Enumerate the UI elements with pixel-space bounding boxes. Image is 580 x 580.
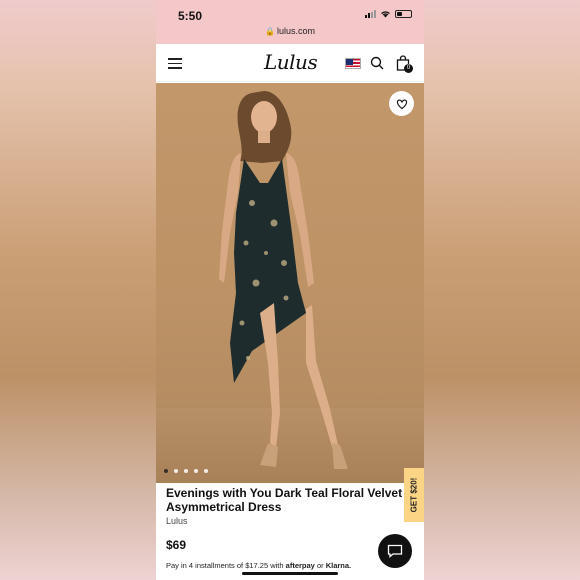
carousel-dot-4[interactable] [194, 469, 198, 473]
url-text: lulus.com [276, 26, 315, 36]
promo-tab[interactable]: GET $20! [404, 468, 424, 522]
chat-icon [387, 544, 403, 558]
search-icon[interactable] [370, 56, 384, 70]
carousel-dot-3[interactable] [184, 469, 188, 473]
product-image[interactable] [156, 83, 424, 483]
installments-prefix: Pay in 4 installments of $17.25 with [166, 561, 284, 570]
phone-screen: 5:50 🔒 lulus.com Lulus 0 GET $20! Evenin… [156, 0, 424, 580]
background-blur-left [0, 0, 156, 580]
model-figure [219, 91, 348, 469]
carousel-dot-2[interactable] [174, 469, 178, 473]
us-flag-icon[interactable] [345, 58, 361, 69]
status-time: 5:50 [178, 9, 203, 23]
signal-icon [365, 10, 376, 18]
lulus-logo[interactable]: Lulus [264, 50, 318, 74]
afterpay-logo[interactable]: afterpay [286, 561, 315, 570]
product-title: Evenings with You Dark Teal Floral Velve… [166, 486, 403, 514]
battery-icon [395, 10, 412, 18]
product-brand[interactable]: Lulus [166, 516, 188, 526]
promo-tab-label: GET $20! [409, 477, 419, 513]
status-bar: 5:50 🔒 lulus.com [156, 0, 424, 44]
heart-icon [396, 99, 407, 109]
wifi-icon [381, 11, 390, 18]
cart-count-badge: 0 [404, 64, 413, 73]
wishlist-button[interactable] [389, 91, 414, 116]
carousel-dot-1[interactable] [164, 469, 168, 473]
site-header: Lulus 0 [156, 44, 424, 82]
carousel-dots [164, 469, 208, 473]
product-price: $69 [166, 538, 187, 552]
background-blur-right [424, 0, 580, 580]
status-icons [365, 10, 412, 18]
installments-text: Pay in 4 installments of $17.25 with aft… [166, 561, 351, 570]
home-indicator [242, 572, 338, 575]
klarna-logo[interactable]: Klarna. [326, 561, 351, 570]
chat-button[interactable] [378, 534, 412, 568]
lock-icon: 🔒 [265, 27, 275, 36]
carousel-dot-5[interactable] [204, 469, 208, 473]
hamburger-icon[interactable] [168, 58, 182, 69]
installments-or: or [316, 561, 324, 570]
url-bar[interactable]: 🔒 lulus.com [156, 26, 424, 36]
